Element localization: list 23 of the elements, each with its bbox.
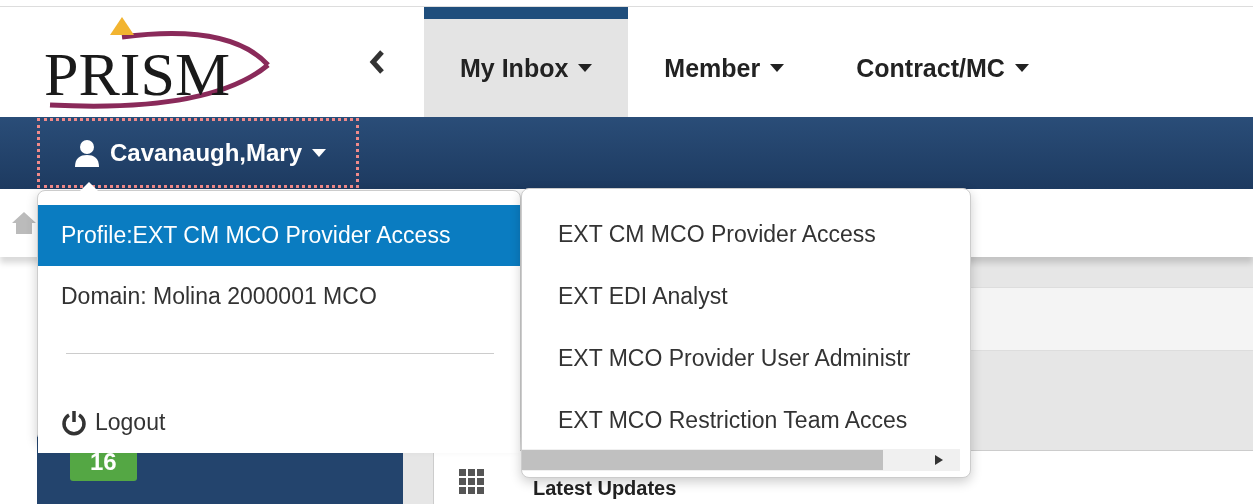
caret-icon — [1014, 64, 1029, 72]
profile-option[interactable]: EXT MCO Restriction Team Acces — [522, 389, 960, 451]
section-heading: Latest Updates — [533, 477, 677, 499]
nav-tab[interactable]: My Inbox — [424, 7, 629, 117]
caret-icon — [312, 149, 327, 157]
grid-icon[interactable] — [459, 469, 485, 495]
chevron-left-icon[interactable] — [369, 50, 385, 74]
domain-item[interactable]: Domain: Molina 2000001 MCO — [38, 266, 520, 327]
nav-tab[interactable]: Contract/MC — [820, 7, 1065, 117]
profile-option[interactable]: EXT EDI Analyst — [522, 265, 960, 327]
caret-icon — [578, 64, 593, 72]
profile-item[interactable]: Profile:EXT CM MCO Provider Access — [38, 205, 520, 266]
logout-item[interactable]: Logout — [38, 392, 520, 453]
profile-option[interactable]: EXT CM MCO Provider Access — [522, 203, 960, 265]
scroll-right-icon[interactable] — [935, 455, 943, 465]
user-icon — [74, 139, 100, 167]
horizontal-scrollbar[interactable] — [522, 449, 960, 471]
power-icon — [61, 409, 87, 436]
profile-option[interactable]: EXT MCO Provider User Administr — [522, 327, 960, 389]
caret-icon — [770, 64, 785, 72]
logout-label: Logout — [95, 409, 166, 436]
prism-logo: PRISM — [30, 14, 275, 110]
nav-tab[interactable]: Member — [628, 7, 821, 117]
